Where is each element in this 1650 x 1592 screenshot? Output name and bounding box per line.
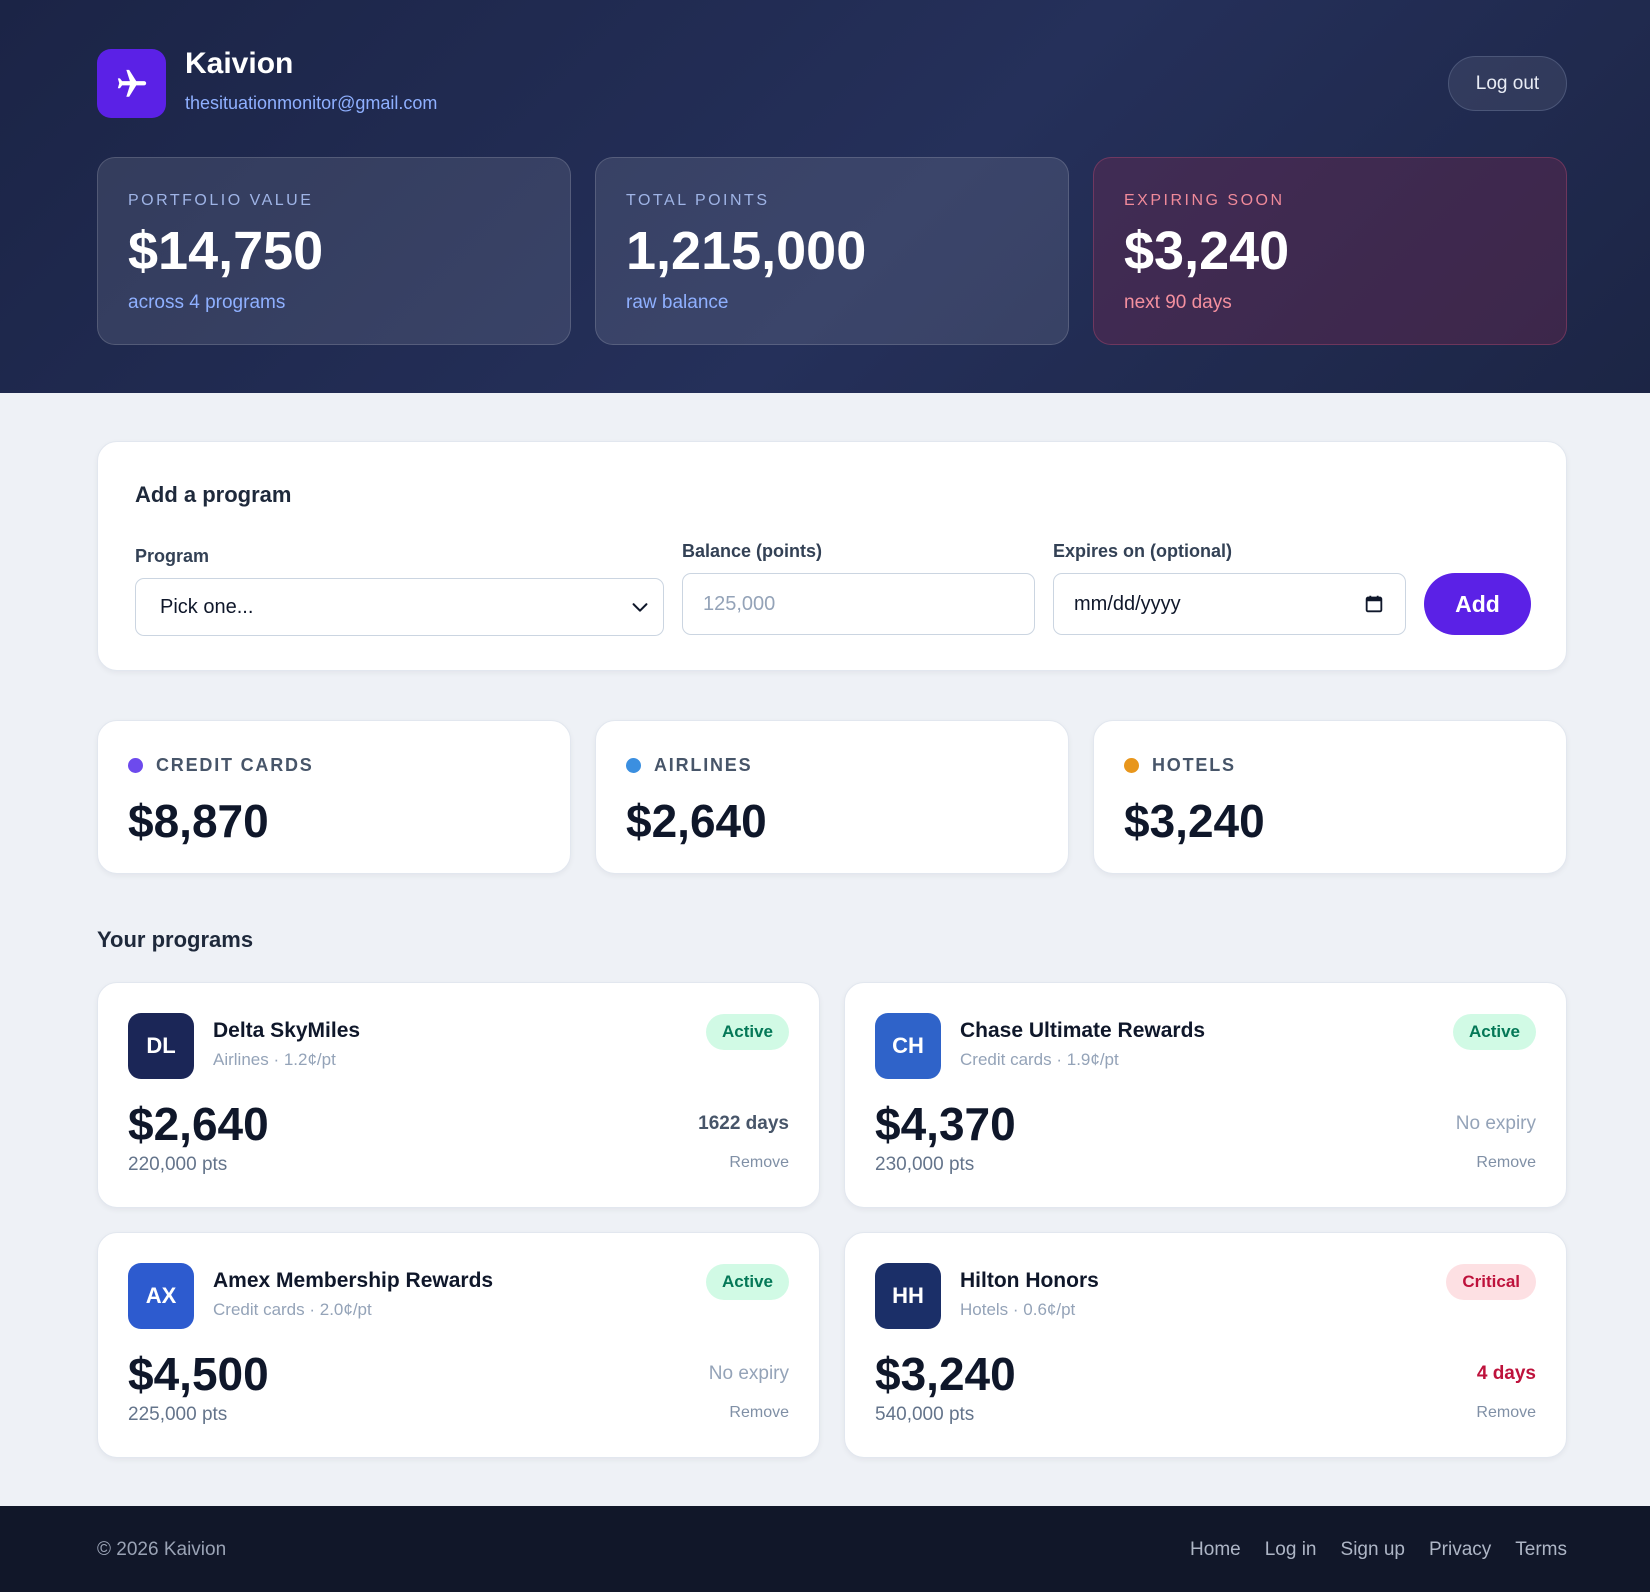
- program-points: 540,000 pts: [875, 1404, 975, 1425]
- category-dot: [128, 758, 143, 773]
- expiring-soon-card: EXPIRING SOON $3,240 next 90 days: [1093, 157, 1567, 345]
- remove-program-button[interactable]: Remove: [1476, 1404, 1536, 1422]
- app-name: Kaivion: [185, 47, 294, 80]
- program-card-amex: AX Amex Membership Rewards Credit cards …: [97, 1232, 820, 1458]
- footer-link-login[interactable]: Log in: [1265, 1539, 1317, 1561]
- balance-input[interactable]: 125,000: [682, 573, 1035, 635]
- status-badge: Active: [705, 1014, 789, 1050]
- remove-program-button[interactable]: Remove: [729, 1404, 789, 1422]
- remove-program-button[interactable]: Remove: [729, 1154, 789, 1172]
- logout-button[interactable]: Log out: [1448, 56, 1567, 111]
- category-card-credit-cards: CREDIT CARDS $8,870: [97, 720, 571, 874]
- program-value: $2,640: [128, 1098, 269, 1150]
- program-meta: Credit cards · 1.9¢/pt: [960, 1050, 1119, 1069]
- category-label: HOTELS: [1124, 755, 1236, 776]
- stat-label: TOTAL POINTS: [626, 192, 770, 209]
- footer-link-home[interactable]: Home: [1190, 1539, 1241, 1561]
- category-value: $2,640: [626, 795, 767, 847]
- category-card-hotels: HOTELS $3,240: [1093, 720, 1567, 874]
- footer-links: Home Log in Sign up Privacy Terms: [1190, 1539, 1567, 1561]
- airplane-icon: [117, 69, 146, 97]
- program-name: Delta SkyMiles: [213, 1019, 361, 1042]
- footer-link-privacy[interactable]: Privacy: [1429, 1539, 1491, 1561]
- add-program-button[interactable]: Add: [1424, 573, 1531, 635]
- footer-link-signup[interactable]: Sign up: [1341, 1539, 1405, 1561]
- program-points: 220,000 pts: [128, 1154, 228, 1175]
- category-dot: [1124, 758, 1139, 773]
- program-value: $3,240: [875, 1348, 1016, 1400]
- category-name: CREDIT CARDS: [156, 755, 314, 775]
- stat-label: PORTFOLIO VALUE: [128, 192, 314, 209]
- program-points: 230,000 pts: [875, 1154, 975, 1175]
- copyright: © 2026 Kaivion: [97, 1539, 227, 1560]
- portfolio-value-card: PORTFOLIO VALUE $14,750 across 4 program…: [97, 157, 571, 345]
- user-email: thesituationmonitor@gmail.com: [185, 93, 438, 113]
- remove-program-button[interactable]: Remove: [1476, 1154, 1536, 1172]
- programs-section-title: Your programs: [97, 927, 254, 952]
- category-value: $8,870: [128, 795, 269, 847]
- app-logo: [97, 49, 166, 118]
- program-avatar: HH: [875, 1263, 941, 1329]
- stat-value: $3,240: [1124, 221, 1290, 281]
- program-card-delta: DL Delta SkyMiles Airlines · 1.2¢/pt Act…: [97, 982, 820, 1208]
- program-expiry: 4 days: [1476, 1363, 1536, 1384]
- category-value: $3,240: [1124, 795, 1265, 847]
- total-points-card: TOTAL POINTS 1,215,000 raw balance: [595, 157, 1069, 345]
- header: Kaivion thesituationmonitor@gmail.com Lo…: [0, 0, 1650, 393]
- status-badge: Active: [1452, 1014, 1536, 1050]
- calendar-icon[interactable]: [1363, 593, 1385, 615]
- program-label: Program: [135, 546, 210, 566]
- balance-placeholder: 125,000: [703, 592, 776, 615]
- expires-placeholder: mm/dd/yyyy: [1074, 592, 1181, 615]
- program-avatar: AX: [128, 1263, 194, 1329]
- program-expiry: No expiry: [708, 1363, 789, 1384]
- chevron-down-icon: [632, 603, 648, 612]
- stat-subtitle: raw balance: [626, 292, 729, 313]
- expires-date-input[interactable]: mm/dd/yyyy: [1053, 573, 1406, 635]
- expires-label: Expires on (optional): [1053, 541, 1233, 561]
- footer-link-terms[interactable]: Terms: [1515, 1539, 1567, 1561]
- program-expiry: No expiry: [1455, 1113, 1536, 1134]
- program-card-hilton: HH Hilton Honors Hotels · 0.6¢/pt Critic…: [844, 1232, 1567, 1458]
- stat-value: $14,750: [128, 221, 324, 281]
- stat-subtitle: next 90 days: [1124, 292, 1232, 313]
- program-meta: Airlines · 1.2¢/pt: [213, 1050, 336, 1069]
- program-meta: Hotels · 0.6¢/pt: [960, 1300, 1076, 1319]
- program-select[interactable]: Pick one...: [135, 578, 664, 636]
- category-label: CREDIT CARDS: [128, 755, 314, 776]
- category-dot: [626, 758, 641, 773]
- program-avatar: DL: [128, 1013, 194, 1079]
- balance-label: Balance (points): [682, 541, 823, 561]
- add-program-title: Add a program: [135, 482, 292, 507]
- status-badge: Critical: [1446, 1264, 1536, 1300]
- status-badge: Active: [705, 1264, 789, 1300]
- program-card-chase: CH Chase Ultimate Rewards Credit cards ·…: [844, 982, 1567, 1208]
- program-name: Amex Membership Rewards: [213, 1269, 494, 1292]
- program-expiry: 1622 days: [698, 1113, 789, 1134]
- program-meta: Credit cards · 2.0¢/pt: [213, 1300, 372, 1319]
- brand: Kaivion thesituationmonitor@gmail.com: [97, 49, 437, 118]
- category-card-airlines: AIRLINES $2,640: [595, 720, 1069, 874]
- program-avatar: CH: [875, 1013, 941, 1079]
- add-program-card: Add a program Program Pick one... Balanc…: [97, 441, 1567, 671]
- stat-value: 1,215,000: [626, 221, 867, 281]
- program-select-value: Pick one...: [160, 595, 254, 618]
- category-name: AIRLINES: [654, 755, 753, 775]
- program-value: $4,370: [875, 1098, 1016, 1150]
- footer: © 2026 Kaivion Home Log in Sign up Priva…: [0, 1506, 1650, 1592]
- category-name: HOTELS: [1152, 755, 1236, 775]
- program-value: $4,500: [128, 1348, 269, 1400]
- program-name: Chase Ultimate Rewards: [960, 1019, 1206, 1042]
- stat-subtitle: across 4 programs: [128, 292, 286, 313]
- category-label: AIRLINES: [626, 755, 752, 776]
- program-points: 225,000 pts: [128, 1404, 228, 1425]
- stat-label: EXPIRING SOON: [1124, 192, 1285, 209]
- program-name: Hilton Honors: [960, 1269, 1099, 1292]
